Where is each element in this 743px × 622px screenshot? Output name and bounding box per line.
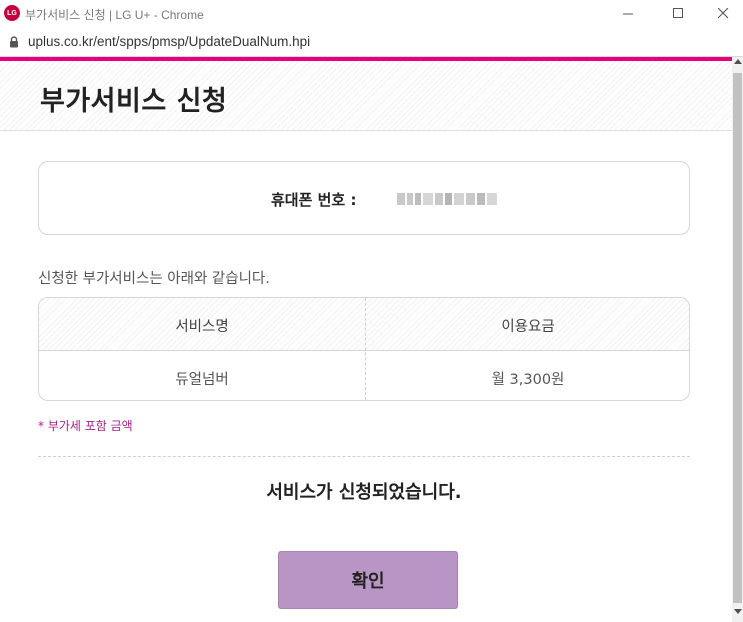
vertical-scrollbar[interactable] <box>732 57 743 622</box>
scroll-down-arrow-icon[interactable] <box>732 609 743 619</box>
minimize-button[interactable] <box>605 0 651 27</box>
cell-service-name: 듀얼넘버 <box>175 372 229 388</box>
minimize-icon <box>622 13 633 15</box>
phone-number-box: 휴대폰 번호 : <box>38 161 690 235</box>
header-service-name: 서비스명 <box>175 319 229 335</box>
scroll-up-arrow-icon[interactable] <box>732 59 743 69</box>
url-text[interactable]: uplus.co.kr/ent/spps/pmsp/UpdateDualNum.… <box>28 34 310 49</box>
intro-text: 신청한 부가서비스는 아래와 같습니다. <box>38 271 270 287</box>
page-header: 부가서비스 신청 <box>0 61 732 131</box>
maximize-icon <box>672 8 683 18</box>
lock-icon <box>10 36 18 48</box>
confirm-button[interactable]: 확인 <box>278 551 458 609</box>
close-icon <box>717 8 728 19</box>
phone-number-label: 휴대폰 번호 : <box>271 191 357 209</box>
lg-logo-icon: LG <box>4 5 20 21</box>
window-titlebar: LG 부가서비스 신청 | LG U+ - Chrome <box>0 0 743 27</box>
maximize-button[interactable] <box>655 0 701 27</box>
page-title: 부가서비스 신청 <box>40 86 228 117</box>
scrollbar-thumb[interactable] <box>733 73 742 603</box>
address-bar[interactable]: uplus.co.kr/ent/spps/pmsp/UpdateDualNum.… <box>0 27 743 57</box>
masked-phone-number <box>397 193 497 205</box>
cell-fee: 월 3,300원 <box>491 372 565 388</box>
completion-message: 서비스가 신청되었습니다. <box>266 482 462 503</box>
window-title: 부가서비스 신청 | LG U+ - Chrome <box>25 8 204 22</box>
close-button[interactable] <box>700 0 743 27</box>
header-fee: 이용요금 <box>501 319 555 335</box>
dashed-divider <box>38 456 690 457</box>
vat-note: * 부가세 포함 금액 <box>38 419 133 433</box>
service-table: 서비스명 이용요금 듀얼넘버 월 3,300원 <box>38 297 690 401</box>
